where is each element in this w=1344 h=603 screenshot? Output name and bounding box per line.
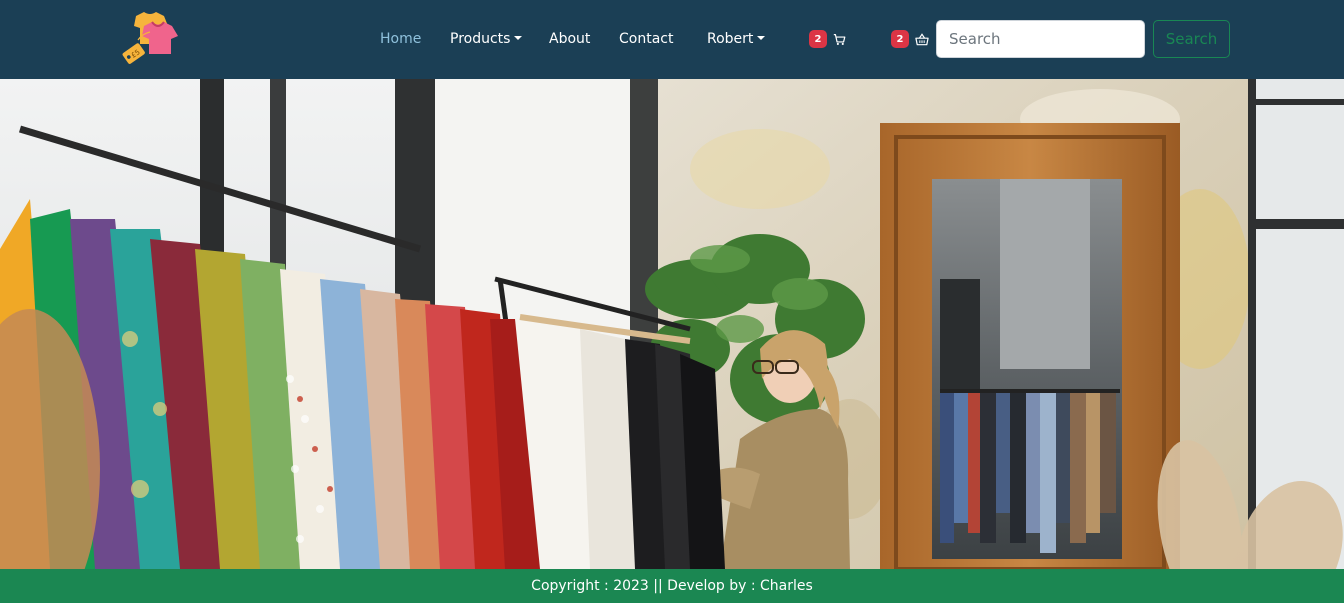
footer: Copyright : 2023 || Develop by : Charles bbox=[0, 569, 1344, 603]
cart-button[interactable]: 2 bbox=[809, 30, 846, 48]
user-menu-dropdown[interactable]: Robert bbox=[707, 30, 766, 48]
search-button[interactable]: Search bbox=[1153, 20, 1230, 58]
user-menu-label: Robert bbox=[707, 31, 754, 47]
nav-home-link[interactable]: Home bbox=[380, 30, 421, 48]
caret-down-icon bbox=[514, 36, 523, 40]
basket-count-badge: 2 bbox=[891, 30, 909, 48]
cart-count-badge: 2 bbox=[809, 30, 827, 48]
nav-products-dropdown[interactable]: Products bbox=[450, 30, 523, 48]
brand-logo-icon[interactable]: £5 bbox=[120, 10, 182, 68]
hero-image bbox=[0, 79, 1344, 569]
nav-contact-link[interactable]: Contact bbox=[619, 30, 673, 48]
cart-icon bbox=[833, 33, 846, 45]
caret-down-icon bbox=[757, 36, 766, 40]
navbar: £5 Home Products About Contact Robert 2 … bbox=[0, 0, 1344, 79]
clothing-store-photo bbox=[0, 79, 1344, 569]
nav-about-link[interactable]: About bbox=[549, 30, 590, 48]
basket-icon bbox=[915, 32, 929, 45]
footer-copyright-text: Copyright : 2023 || Develop by : Charles bbox=[531, 578, 813, 594]
nav-products-label: Products bbox=[450, 31, 511, 47]
search-input[interactable] bbox=[936, 20, 1145, 58]
basket-button[interactable]: 2 bbox=[891, 30, 929, 48]
